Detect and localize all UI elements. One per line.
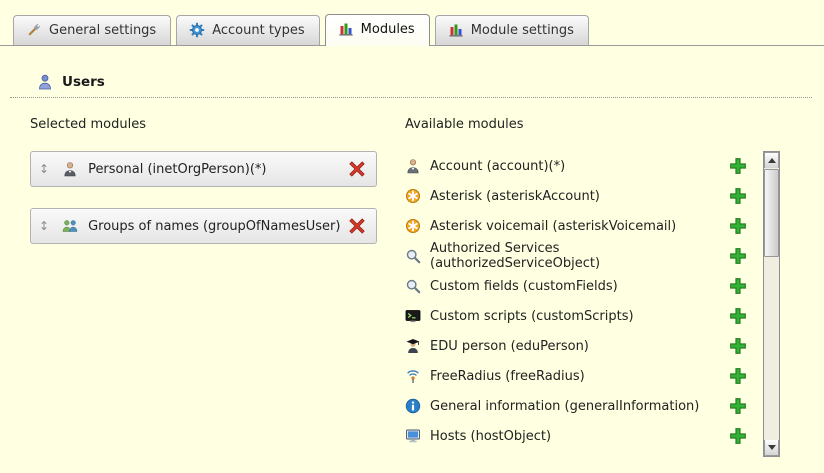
scrollbar-down-button[interactable] (764, 440, 779, 456)
module-settings-icon (448, 22, 464, 38)
remove-module-button[interactable] (348, 217, 366, 235)
scrollbar[interactable] (763, 151, 780, 457)
tab-account-types[interactable]: Account types (176, 15, 319, 45)
terminal-icon (405, 308, 421, 324)
selected-modules-column: Selected modules ↕ Personal (inetOrgPers… (30, 113, 377, 451)
add-module-button[interactable] (729, 157, 747, 175)
asterisk-icon (405, 188, 421, 204)
search-icon (405, 278, 421, 294)
modules-icon (338, 21, 354, 37)
selected-module-label: Groups of names (groupOfNamesUser) (88, 219, 340, 234)
arrow-down-icon (768, 445, 776, 450)
available-modules-list: Account (account)(*) Asterisk (asteriskA… (405, 151, 780, 451)
users-icon (37, 74, 53, 90)
available-module-label: FreeRadius (freeRadius) (430, 369, 585, 384)
available-module-label: Asterisk voicemail (asteriskVoicemail) (430, 219, 676, 234)
available-module-row: General information (generalInformation) (405, 391, 780, 421)
account-icon (405, 158, 421, 174)
section-title: Users (62, 74, 105, 90)
tab-label: Module settings (471, 23, 574, 38)
add-module-button[interactable] (729, 187, 747, 205)
add-module-button[interactable] (729, 397, 747, 415)
tab-label: Account types (212, 23, 304, 38)
info-icon (405, 398, 421, 414)
section-header: Users (37, 74, 824, 90)
add-module-button[interactable] (729, 247, 747, 265)
tab-modules[interactable]: Modules (325, 14, 430, 46)
remove-module-button[interactable] (348, 160, 366, 178)
scrollbar-up-button[interactable] (764, 152, 779, 168)
group-icon (62, 218, 78, 234)
selected-module-label: Personal (inetOrgPerson)(*) (88, 162, 266, 177)
tab-strip: General settings Account types Modules M… (0, 0, 824, 46)
add-module-button[interactable] (729, 337, 747, 355)
available-module-label: EDU person (eduPerson) (430, 339, 589, 354)
available-module-row: Authorized Services (authorizedServiceOb… (405, 241, 780, 271)
arrow-up-icon (768, 158, 776, 163)
available-module-row: Asterisk voicemail (asteriskVoicemail) (405, 211, 780, 241)
available-module-row: FreeRadius (freeRadius) (405, 361, 780, 391)
available-module-label: Custom fields (customFields) (430, 279, 618, 294)
person-icon (62, 161, 78, 177)
selected-module-card[interactable]: ↕ Groups of names (groupOfNamesUser) (30, 208, 377, 244)
available-module-row: Custom fields (customFields) (405, 271, 780, 301)
available-module-row: Account (account)(*) (405, 151, 780, 181)
selected-modules-heading: Selected modules (30, 117, 377, 132)
wrench-icon (26, 22, 42, 38)
add-module-button[interactable] (729, 367, 747, 385)
freeradius-icon (405, 368, 421, 384)
selected-module-card[interactable]: ↕ Personal (inetOrgPerson)(*) (30, 151, 377, 187)
asterisk-voicemail-icon (405, 218, 421, 234)
available-modules-column: Available modules Account (account)(*) A… (405, 113, 780, 451)
drag-handle-icon[interactable]: ↕ (39, 220, 49, 232)
available-module-label: Authorized Services (authorizedServiceOb… (430, 241, 729, 271)
available-module-label: Account (account)(*) (430, 159, 565, 174)
edu-person-icon (405, 338, 421, 354)
drag-handle-icon[interactable]: ↕ (39, 163, 49, 175)
add-module-button[interactable] (729, 217, 747, 235)
tab-module-settings[interactable]: Module settings (435, 15, 589, 45)
available-module-label: Asterisk (asteriskAccount) (430, 189, 600, 204)
add-module-button[interactable] (729, 277, 747, 295)
available-module-row: EDU person (eduPerson) (405, 331, 780, 361)
add-module-button[interactable] (729, 307, 747, 325)
scrollbar-track[interactable] (764, 168, 779, 440)
add-module-button[interactable] (729, 427, 747, 445)
available-module-label: Custom scripts (customScripts) (430, 309, 634, 324)
available-module-label: General information (generalInformation) (430, 399, 699, 414)
modules-panel: Selected modules ↕ Personal (inetOrgPers… (0, 98, 824, 451)
available-module-row: Custom scripts (customScripts) (405, 301, 780, 331)
tab-label: Modules (361, 22, 415, 37)
gear-icon (189, 22, 205, 38)
host-icon (405, 428, 421, 444)
available-module-row: Hosts (hostObject) (405, 421, 780, 451)
available-module-row: Asterisk (asteriskAccount) (405, 181, 780, 211)
tab-general-settings[interactable]: General settings (13, 15, 171, 45)
scrollbar-thumb[interactable] (764, 169, 779, 257)
available-modules-heading: Available modules (405, 117, 780, 132)
available-module-label: Hosts (hostObject) (430, 429, 551, 444)
search-icon (405, 248, 421, 264)
tab-label: General settings (49, 23, 156, 38)
